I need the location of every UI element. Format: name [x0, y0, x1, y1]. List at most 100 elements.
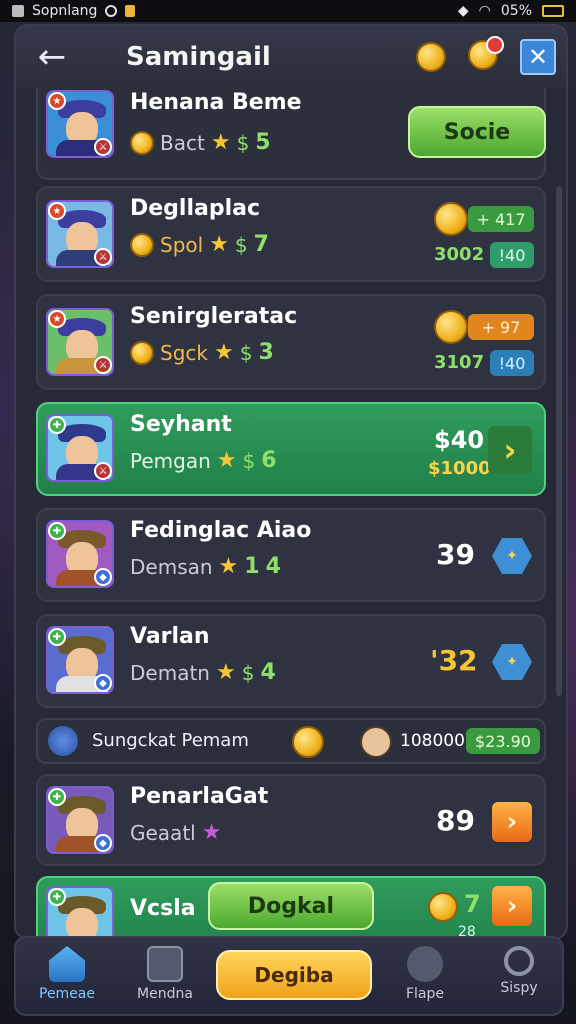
nav-item-flape[interactable]: Flape — [380, 946, 470, 1002]
row-sub: Bact ★ $ 5 — [130, 130, 271, 155]
status-bar: Sopnlang ◆ ◠ 05% — [0, 0, 576, 22]
gem-hex-icon[interactable]: ✦ — [492, 538, 532, 574]
nav-label: Flape — [405, 986, 445, 1002]
player-avatar-icon — [360, 726, 392, 758]
row-name: Fedinglac Aiao — [130, 518, 312, 543]
arrow-right-button[interactable]: › — [492, 886, 532, 926]
row-name: Varlan — [130, 624, 210, 649]
notification-icon — [12, 5, 24, 17]
list-item[interactable]: ★ ⚔ Henana Beme Bact ★ $ 5 Socie — [36, 88, 546, 180]
row-sub-label: Pemgan — [130, 448, 211, 473]
back-arrow-icon[interactable]: ← — [28, 33, 76, 81]
avatar: ✚ ◆ — [46, 786, 114, 854]
score-value: 3107 — [434, 352, 485, 373]
row-level: 4 — [260, 660, 276, 685]
gem-hex-icon[interactable]: ✦ — [492, 644, 532, 680]
summary-bar: Sungckat Pemam 108000 $23.90 — [36, 718, 546, 764]
rank-badge-icon: ★ — [48, 92, 66, 110]
row-name: Seyhant — [130, 412, 232, 437]
coin-bag-button[interactable] — [468, 36, 504, 74]
dogkal-button[interactable]: Dogkal — [208, 882, 374, 930]
bottom-value: $1000 — [428, 458, 491, 479]
summary-pill: $23.90 — [466, 728, 540, 754]
search-icon — [504, 946, 534, 976]
signal-icon: ◆ — [457, 3, 469, 19]
arrow-right-icon: › — [506, 891, 518, 921]
list-item[interactable]: ✚ Vcsla Dogkal 7 28 › — [36, 876, 546, 938]
battery-percent: 05% — [500, 3, 532, 19]
list-item[interactable]: ✚ ◆ Varlan Dematn ★ $ 4 '32 ✦ — [36, 614, 546, 708]
row-name: Vcsla — [130, 896, 196, 921]
star-icon: ★ — [209, 232, 229, 257]
rank-badge-icon: ★ — [48, 202, 66, 220]
weapon-badge-icon: ⚔ — [94, 138, 112, 156]
page-title: Samingail — [126, 42, 271, 72]
list-item[interactable]: ✚ ◆ PenarlaGat Geaatl ★ 89 › — [36, 774, 546, 866]
row-level: 6 — [261, 448, 277, 473]
shield-badge-icon: ◆ — [94, 674, 112, 692]
row-name: PenarlaGat — [130, 784, 269, 809]
rank-badge-icon: ✚ — [48, 628, 66, 646]
row-name: Senirgleratac — [130, 304, 298, 329]
arrow-right-button[interactable]: › — [492, 802, 532, 842]
summary-label: Sungckat Pemam — [92, 730, 249, 751]
list-item-selected[interactable]: ✚ ⚔ Seyhant Pemgan ★ $ 6 $40 $1000 › — [36, 402, 546, 496]
dollar-icon: $ — [241, 660, 255, 685]
row-sub-label: Demsan — [130, 554, 213, 579]
list-item[interactable]: ★ ⚔ Degllaplac Spol ★ $ 7 + 417 3002 !40 — [36, 186, 546, 282]
settings-icon — [407, 946, 443, 982]
weapon-badge-icon: ⚔ — [94, 356, 112, 374]
weapon-badge-icon: ⚔ — [94, 248, 112, 266]
row-value: '32 — [430, 644, 478, 677]
row-sub-label: Dematn — [130, 660, 210, 685]
score-pill: !40 — [490, 350, 534, 376]
list-item[interactable]: ★ ⚔ Senirgleratac Sgck ★ $ 3 + 97 3107 !… — [36, 294, 546, 390]
gold-icon — [434, 202, 468, 236]
gold-icon — [434, 310, 468, 344]
row-level: 4 — [265, 554, 281, 579]
avatar: ★ ⚔ — [46, 90, 114, 158]
shield-badge-icon: ◆ — [94, 568, 112, 586]
avatar: ★ ⚔ — [46, 308, 114, 376]
nav-item-home[interactable]: Pemeae — [22, 946, 112, 1002]
star-icon: ★ — [210, 130, 231, 155]
row-value: 89 — [436, 804, 475, 837]
rank-badge-icon: ✚ — [48, 522, 66, 540]
avatar: ✚ ⚔ — [46, 414, 114, 482]
center-action-button[interactable]: Degiba — [216, 950, 372, 1000]
coin-icon[interactable] — [416, 42, 446, 72]
rank-badge-icon: ✚ — [48, 416, 66, 434]
wifi-icon: ◠ — [478, 3, 491, 19]
carrier-label: Sopnlang — [32, 3, 98, 19]
row-sub-label: Bact — [160, 130, 205, 155]
list-item[interactable]: ✚ ◆ Fedinglac Aiao Demsan ★ 1 4 39 ✦ — [36, 508, 546, 602]
reward-pill: + 417 — [468, 206, 534, 232]
star-icon: ★ — [215, 660, 236, 685]
rank-badge-icon: ✚ — [48, 788, 66, 806]
scrollbar[interactable] — [556, 186, 562, 696]
row-level: 7 — [253, 232, 269, 257]
avatar: ✚ ◆ — [46, 520, 114, 588]
rank-badge-icon: ★ — [48, 310, 66, 328]
row-sub: Geaatl ★ — [130, 820, 221, 845]
arrow-right-icon[interactable]: › — [488, 426, 532, 474]
nav-item-menu[interactable]: Mendna — [120, 946, 210, 1002]
row-sub: Spol ★ $ 7 — [130, 232, 269, 257]
dollar-icon: $ — [236, 130, 250, 155]
row-level: 3 — [258, 340, 274, 365]
dollar-icon: $ — [242, 448, 256, 473]
row-value: 7 — [464, 890, 481, 918]
avatar: ★ ⚔ — [46, 200, 114, 268]
row-sub-label: Spol — [160, 232, 204, 257]
row-sub-label: Geaatl — [130, 820, 196, 845]
row-value: 39 — [436, 538, 475, 571]
row-sub: Demsan ★ 1 4 — [130, 554, 281, 579]
row-name: Henana Beme — [130, 90, 302, 115]
coin-icon — [130, 232, 154, 257]
nav-item-search[interactable]: Sispy — [474, 946, 564, 996]
menu-icon — [147, 946, 183, 982]
shield-badge-icon: ◆ — [94, 834, 112, 852]
close-button[interactable]: ✕ — [520, 39, 556, 75]
social-button[interactable]: Socie — [408, 106, 546, 158]
dollar-icon: $ — [234, 232, 248, 257]
